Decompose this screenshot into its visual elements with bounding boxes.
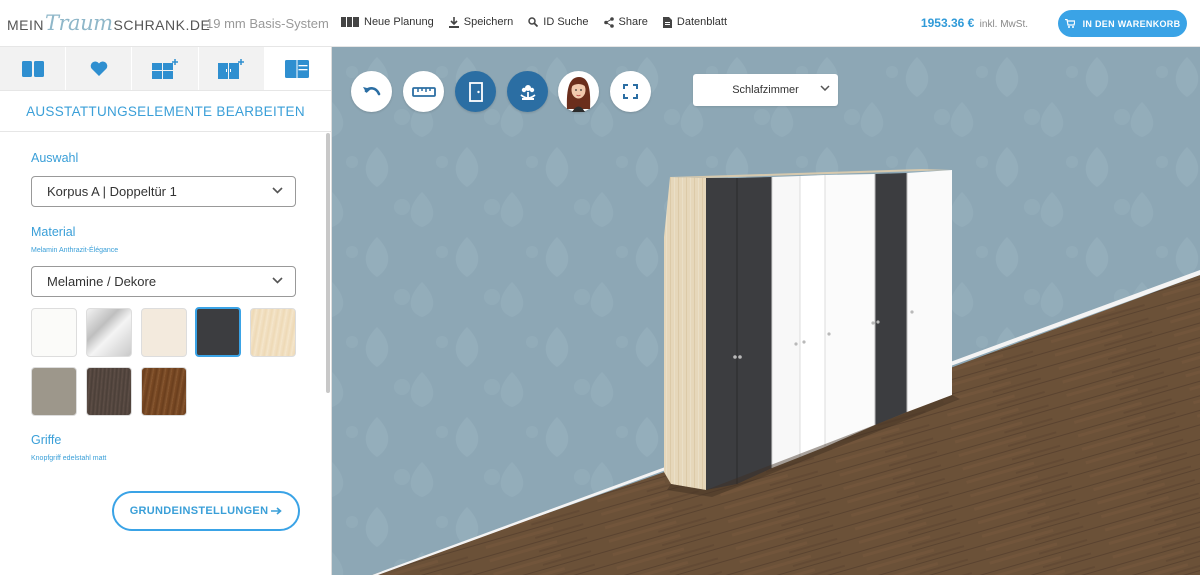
undo-icon xyxy=(362,86,380,95)
sidebar-title: AUSSTATTUNGSELEMENTE BEARBEITEN xyxy=(0,91,331,132)
undo-button[interactable] xyxy=(351,71,392,112)
3d-viewport[interactable]: Schlafzimmer xyxy=(332,47,1200,575)
logo-text-schrank: SCHRANK.DE xyxy=(113,17,211,33)
arrow-right-icon xyxy=(271,507,283,515)
price-display: 1953.36 € inkl. MwSt. xyxy=(921,16,1028,30)
search-icon xyxy=(528,17,539,27)
selection-dropdown[interactable]: Korpus A | Doppeltür 1 xyxy=(31,176,296,207)
fullscreen-button[interactable] xyxy=(610,71,651,112)
price-value: 1953.36 € xyxy=(920,16,975,30)
id-search-button[interactable]: ID Suche xyxy=(528,16,589,28)
tab-edit-equipment[interactable] xyxy=(264,47,332,90)
share-button[interactable]: Share xyxy=(603,16,648,28)
sidebar-scrollbar[interactable] xyxy=(326,133,330,393)
basic-settings-button[interactable]: GRUNDEINSTELLUNGEN xyxy=(112,491,300,531)
logo-text-mein: MEIN xyxy=(7,17,44,33)
swatch-walnut[interactable] xyxy=(141,367,187,416)
door-icon xyxy=(468,81,483,102)
vat-label: inkl. MwSt. xyxy=(979,19,1028,30)
room-value: Schlafzimmer xyxy=(732,84,799,96)
ruler-icon xyxy=(411,86,436,97)
grid-icon xyxy=(341,17,359,27)
room-dropdown[interactable]: Schlafzimmer xyxy=(693,74,838,106)
add-to-cart-button[interactable]: IN DEN WARENKORB xyxy=(1058,10,1187,37)
measure-button[interactable] xyxy=(403,71,444,112)
logo[interactable]: MEIN Traum SCHRANK.DE xyxy=(7,11,210,35)
cart-icon xyxy=(1064,19,1075,28)
swatch-mirror[interactable] xyxy=(86,308,132,357)
decoration-toggle-button[interactable] xyxy=(507,71,548,112)
swatch-light-wood[interactable] xyxy=(250,308,296,357)
add-to-cart-label: IN DEN WARENKORB xyxy=(1082,18,1181,29)
new-planning-button[interactable]: Neue Planung xyxy=(341,16,434,28)
sidebar: AUSSTATTUNGSELEMENTE BEARBEITEN Auswahl … xyxy=(0,47,332,575)
heart-icon xyxy=(90,61,108,76)
swatch-dark-oak[interactable] xyxy=(86,367,132,416)
avatar-icon xyxy=(558,71,599,112)
save-button[interactable]: Speichern xyxy=(448,16,514,28)
top-nav: Neue Planung Speichern ID Suche Share Da… xyxy=(341,16,742,28)
door-toggle-button[interactable] xyxy=(455,71,496,112)
swatch-taupe[interactable] xyxy=(31,367,77,416)
new-planning-label: Neue Planung xyxy=(364,16,434,28)
logo-text-traum: Traum xyxy=(45,11,113,35)
datasheet-label: Datenblatt xyxy=(676,16,728,28)
add-door-icon xyxy=(218,58,245,79)
material-dropdown[interactable]: Melamine / Dekore xyxy=(31,266,296,297)
basic-settings-label: GRUNDEINSTELLUNGEN xyxy=(129,505,269,517)
id-search-label: ID Suche xyxy=(543,16,589,28)
chevron-down-icon xyxy=(272,277,283,284)
sidebar-tabs xyxy=(0,47,332,91)
tab-favorites[interactable] xyxy=(66,47,133,90)
system-subtitle: 19 mm Basis-System xyxy=(206,16,329,31)
top-bar: MEIN Traum SCHRANK.DE 19 mm Basis-System… xyxy=(0,0,1200,47)
swatch-white[interactable] xyxy=(31,308,77,357)
add-element-icon xyxy=(152,58,178,79)
assistant-avatar[interactable] xyxy=(558,71,599,112)
material-label: Material xyxy=(31,225,76,239)
datasheet-button[interactable]: Datenblatt xyxy=(662,16,728,28)
handles-current: Knopfgriff edelstahl matt xyxy=(31,455,107,462)
room-render xyxy=(332,47,1200,575)
share-label: Share xyxy=(618,16,648,28)
layout-icon xyxy=(21,60,44,77)
tab-layout[interactable] xyxy=(0,47,67,90)
download-icon xyxy=(448,16,459,28)
chevron-down-icon xyxy=(820,85,830,91)
swatch-cream[interactable] xyxy=(141,308,187,357)
selection-value: Korpus A | Doppeltür 1 xyxy=(47,184,177,199)
material-value: Melamine / Dekore xyxy=(47,274,157,289)
fullscreen-icon xyxy=(623,84,638,99)
flower-icon xyxy=(519,84,536,100)
document-icon xyxy=(662,16,672,28)
handles-label: Griffe xyxy=(31,433,62,447)
material-current: Melamin Anthrazit-Élégance xyxy=(31,247,119,254)
save-label: Speichern xyxy=(463,16,514,28)
share-icon xyxy=(603,16,614,28)
edit-equipment-icon xyxy=(285,59,310,78)
tab-add-element[interactable] xyxy=(132,47,199,90)
swatch-anthracite[interactable] xyxy=(195,307,241,357)
tab-add-door[interactable] xyxy=(198,47,265,90)
chevron-down-icon xyxy=(272,187,283,194)
selection-label: Auswahl xyxy=(31,151,79,165)
